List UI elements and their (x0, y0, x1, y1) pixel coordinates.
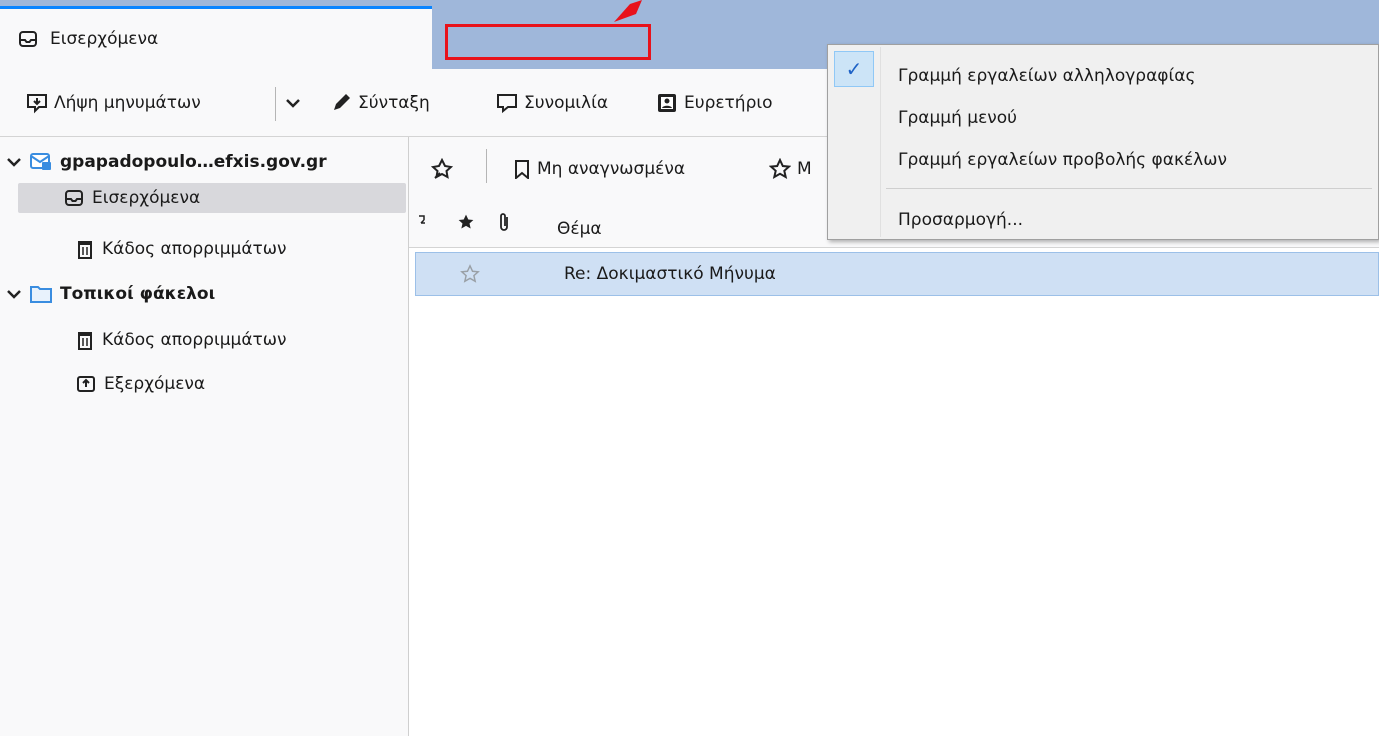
account-row[interactable]: gpapadopoulo…efxis.gov.gr (6, 147, 406, 177)
local-folder-outbox[interactable]: Εξερχόμενα (76, 369, 205, 399)
pin-icon (431, 158, 453, 180)
address-book-label: Ευρετήριο (684, 93, 773, 113)
annotation-arrow-icon (614, 0, 642, 22)
toolbar-divider (275, 87, 276, 121)
local-folders-row[interactable]: Τοπικοί φάκελοι (6, 279, 215, 309)
sticky-filter-button[interactable] (431, 155, 453, 183)
message-row[interactable]: Re: Δοκιμαστικό Μήνυμα (415, 252, 1379, 296)
star-toggle-icon[interactable] (460, 264, 480, 284)
inbox-icon (64, 188, 84, 208)
chevron-down-icon[interactable] (6, 286, 22, 302)
menu-separator (886, 188, 1372, 189)
account-mail-icon (30, 152, 52, 172)
chat-label: Συνομιλία (524, 93, 609, 113)
get-messages-dropdown[interactable] (284, 89, 302, 117)
local-folders-label: Τοπικοί φάκελοι (60, 284, 216, 304)
folder-inbox[interactable]: Εισερχόμενα (18, 183, 406, 213)
address-book-icon (656, 92, 678, 114)
checkmark-icon: ✓ (834, 51, 874, 87)
chevron-down-icon[interactable] (6, 154, 22, 170)
local-trash-label: Κάδος απορριμμάτων (102, 330, 287, 350)
bookmark-icon (513, 159, 531, 179)
menu-item-label: Γραμμή μενού (898, 108, 1018, 128)
menu-item-customize[interactable]: Προσαρμογή... (898, 203, 1023, 237)
subject-column-header[interactable]: Θέμα (557, 219, 602, 239)
thread-column-icon[interactable] (417, 213, 429, 231)
toolbar-context-menu: ✓ Γραμμή εργαλείων αλληλογραφίας Γραμμή … (827, 44, 1379, 240)
star-outline-icon (769, 158, 791, 180)
trash-icon (76, 330, 94, 350)
menu-item-menu-bar[interactable]: Γραμμή μενού (898, 101, 1017, 135)
menu-item-label: Γραμμή εργαλείων αλληλογραφίας (898, 66, 1196, 86)
attachment-column-icon[interactable] (497, 211, 511, 233)
chevron-down-icon (284, 94, 302, 112)
chat-bubble-icon (496, 92, 518, 114)
tab-inbox[interactable]: Εισερχόμενα (0, 6, 432, 69)
address-book-button[interactable]: Ευρετήριο (656, 89, 773, 117)
get-messages-button[interactable]: Λήψη μηνυμάτων (26, 89, 201, 117)
starred-filter-button[interactable]: Μ (769, 155, 812, 183)
filter-divider (486, 149, 487, 183)
menu-item-mail-toolbar[interactable]: Γραμμή εργαλείων αλληλογραφίας (898, 59, 1195, 93)
outbox-icon (76, 374, 96, 394)
unread-filter-label: Μη αναγνωσμένα (537, 159, 686, 179)
menu-item-label: Προσαρμογή... (898, 210, 1024, 230)
compose-label: Σύνταξη (358, 93, 430, 113)
folder-trash[interactable]: Κάδος απορριμμάτων (76, 234, 287, 264)
menu-item-label: Γραμμή εργαλείων προβολής φακέλων (898, 150, 1227, 170)
menu-gutter (880, 47, 881, 237)
folder-inbox-label: Εισερχόμενα (92, 188, 201, 208)
inbox-icon (18, 29, 38, 49)
outbox-label: Εξερχόμενα (104, 374, 206, 394)
folder-pane: gpapadopoulo…efxis.gov.gr Εισερχόμενα Κά… (0, 137, 409, 736)
compose-button[interactable]: Σύνταξη (330, 89, 430, 117)
star-column-icon[interactable] (457, 213, 475, 231)
annotation-highlight-box (445, 24, 651, 60)
message-subject: Re: Δοκιμαστικό Μήνυμα (564, 264, 776, 284)
folder-trash-label: Κάδος απορριμμάτων (102, 239, 287, 259)
trash-icon (76, 239, 94, 259)
menu-item-folder-view-toolbar[interactable]: Γραμμή εργαλείων προβολής φακέλων (898, 143, 1227, 177)
pencil-icon (330, 92, 352, 114)
download-messages-icon (26, 92, 48, 114)
folder-icon (30, 285, 52, 303)
starred-filter-label: Μ (797, 159, 812, 179)
local-folder-trash[interactable]: Κάδος απορριμμάτων (76, 325, 287, 355)
account-name: gpapadopoulo…efxis.gov.gr (60, 152, 327, 172)
tab-title: Εισερχόμενα (50, 29, 159, 49)
unread-filter-button[interactable]: Μη αναγνωσμένα (513, 155, 685, 183)
get-messages-label: Λήψη μηνυμάτων (54, 93, 201, 113)
chat-button[interactable]: Συνομιλία (496, 89, 608, 117)
